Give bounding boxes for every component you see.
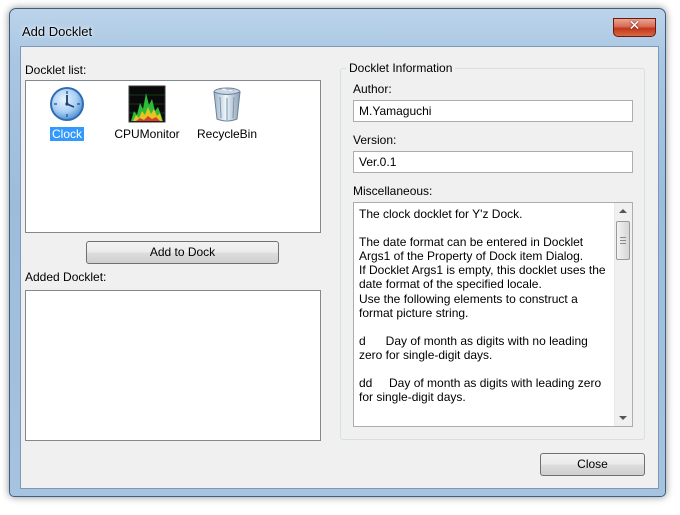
scroll-thumb[interactable] — [616, 221, 630, 260]
scroll-down-arrow-icon[interactable] — [619, 416, 627, 420]
cpu-monitor-icon — [128, 85, 166, 123]
docklet-item-clock[interactable]: Clock — [26, 85, 108, 141]
docklet-information-legend: Docklet Information — [346, 61, 456, 75]
close-button[interactable]: Close — [540, 453, 645, 476]
docklet-item-recyclebin[interactable]: RecycleBin — [186, 85, 268, 141]
window-title: Add Docklet — [22, 24, 93, 39]
added-docklet-list[interactable] — [25, 290, 321, 441]
docklet-list-label: Docklet list: — [25, 63, 87, 77]
dialog-client-area: Docklet list: Clock CPUMonitor RecycleBi… — [20, 46, 659, 489]
docklet-item-label: RecycleBin — [196, 127, 258, 141]
version-label: Version: — [353, 133, 397, 147]
add-to-dock-button[interactable]: Add to Dock — [86, 241, 279, 264]
docklet-item-cpumonitor[interactable]: CPUMonitor — [106, 85, 188, 141]
docklet-list[interactable]: Clock CPUMonitor RecycleBin — [25, 80, 321, 233]
author-label: Author: — [353, 82, 392, 96]
miscellaneous-text: The clock docklet for Y'z Dock. The date… — [359, 207, 606, 405]
miscellaneous-scrollbar[interactable] — [614, 203, 632, 426]
recycle-bin-icon — [208, 85, 246, 123]
docklet-item-label: CPUMonitor — [114, 127, 180, 141]
author-field[interactable]: M.Yamaguchi — [353, 100, 633, 122]
miscellaneous-label: Miscellaneous: — [353, 184, 433, 198]
clock-icon — [48, 85, 86, 123]
version-field[interactable]: Ver.0.1 — [353, 151, 633, 173]
miscellaneous-textarea[interactable]: The clock docklet for Y'z Dock. The date… — [353, 202, 633, 427]
close-icon: ✕ — [628, 18, 641, 34]
added-docklet-label: Added Docklet: — [25, 270, 107, 284]
window-close-button[interactable]: ✕ — [613, 18, 656, 37]
scroll-up-arrow-icon[interactable] — [619, 209, 627, 213]
docklet-item-label: Clock — [49, 127, 84, 141]
